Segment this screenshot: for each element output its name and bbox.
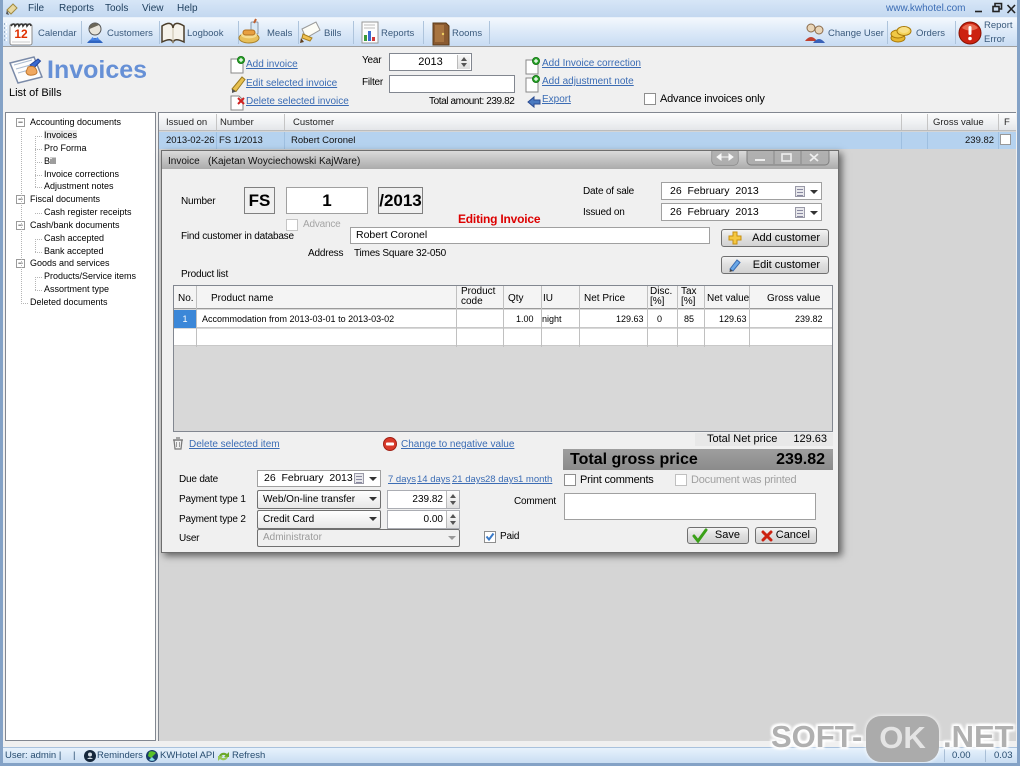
svg-text:12: 12 <box>14 27 28 41</box>
